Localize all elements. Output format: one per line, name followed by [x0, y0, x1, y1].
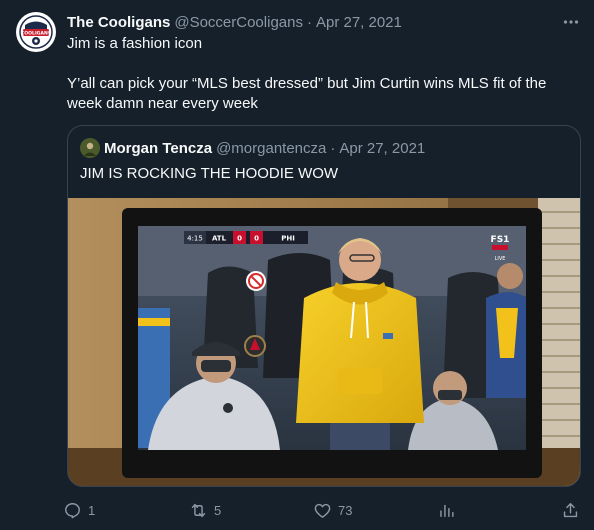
retweet-icon [191, 503, 206, 517]
quoted-date: Apr 27, 2021 [339, 139, 426, 157]
separator-dot: · [306, 13, 312, 31]
analytics-icon [440, 504, 454, 517]
like-icon [314, 503, 331, 518]
tweet-date[interactable]: Apr 27, 2021 [316, 14, 402, 31]
tweet-line: Jim is a fashion icon [67, 35, 203, 52]
away-team: PHI [281, 235, 295, 243]
author-name[interactable]: The Cooligans [67, 14, 170, 31]
quoted-avatar-image [80, 138, 100, 158]
more-icon [563, 20, 579, 24]
tweet[interactable]: COOLIGANS The Cooligans @SoccerCooligans… [0, 0, 594, 530]
window-blinds [538, 198, 580, 486]
share-button[interactable] [561, 496, 580, 524]
reply-button[interactable]: 1 [63, 496, 95, 524]
quoted-tweet[interactable]: Morgan Tencza @morgantencza · Apr 27, 20… [67, 125, 581, 487]
scorebug: 4:15 ATL 0 0 PHI [184, 231, 308, 244]
reply-icon [65, 502, 80, 518]
tweet-text: Jim is a fashion icon Y’all can pick you… [67, 34, 577, 114]
more-options-button[interactable] [561, 12, 581, 32]
share-icon [563, 502, 578, 517]
quoted-author-name: Morgan Tencza [104, 139, 213, 157]
quoted-header: Morgan Tencza @morgantencza · Apr 27, 20… [80, 138, 425, 158]
reply-count: 1 [88, 502, 96, 518]
analytics-button[interactable] [437, 496, 456, 524]
quoted-photo[interactable]: 4:15 ATL 0 0 PHI FS1 LIVE [68, 198, 581, 487]
retweet-count: 5 [214, 502, 222, 518]
separator-dot: · [330, 139, 336, 157]
retweet-button[interactable]: 5 [189, 496, 221, 524]
home-team: ATL [212, 235, 227, 243]
home-score: 0 [237, 235, 242, 243]
network-name: FS1 [491, 235, 510, 245]
game-clock: 4:15 [187, 235, 203, 243]
away-score: 0 [254, 235, 259, 243]
author-handle[interactable]: @SoccerCooligans [174, 14, 303, 31]
live-indicator: LIVE [495, 256, 506, 262]
like-button[interactable]: 73 [313, 496, 352, 524]
cooligans-logo: COOLIGANS [17, 13, 55, 51]
quoted-text: JIM IS ROCKING THE HOODIE WOW [80, 165, 339, 182]
tweet-line: Y’all can pick your “MLS best dressed” b… [67, 75, 547, 112]
author-avatar[interactable]: COOLIGANS [16, 12, 56, 52]
avatar-wordmark: COOLIGANS [21, 31, 51, 37]
like-count: 73 [338, 502, 353, 518]
action-bar: 1 5 73 [63, 496, 585, 524]
quoted-author-avatar [80, 138, 100, 158]
quoted-author-handle: @morgantencza [216, 139, 327, 157]
tweet-header: The Cooligans @SoccerCooligans · Apr 27,… [67, 12, 402, 32]
